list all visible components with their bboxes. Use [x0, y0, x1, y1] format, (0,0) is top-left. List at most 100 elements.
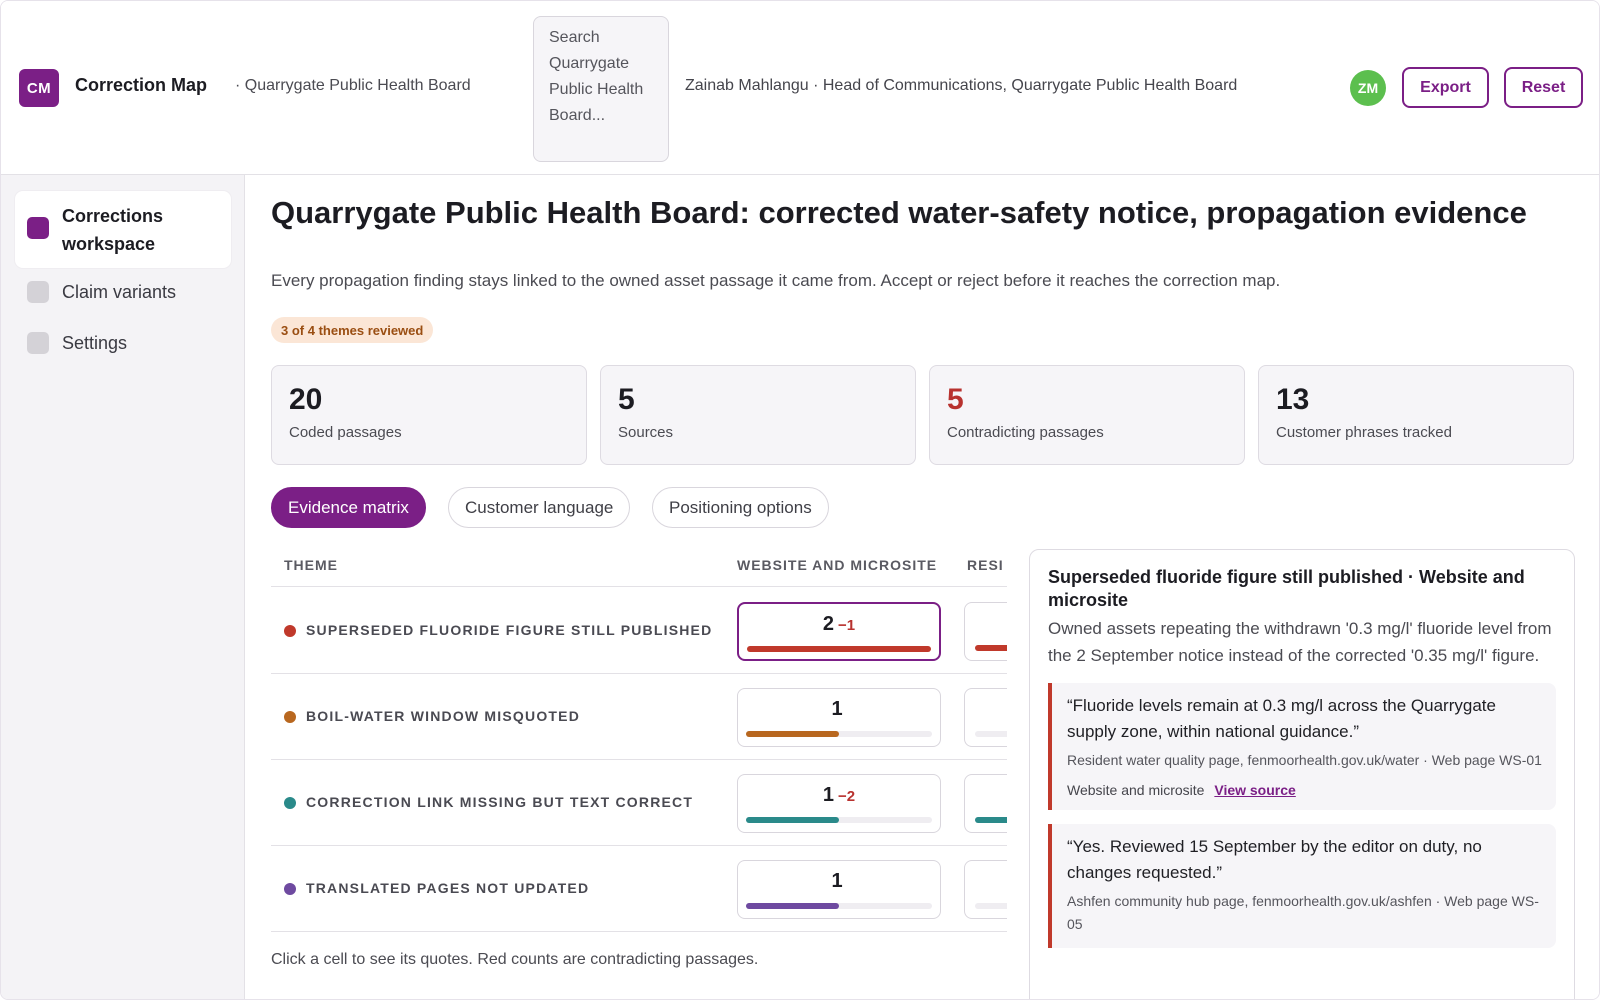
quote-card: “Fluoride levels remain at 0.3 mg/l acro… [1048, 683, 1556, 810]
quote-text: “Yes. Reviewed 15 September by the edito… [1067, 837, 1482, 882]
matrix-cell-resident[interactable] [964, 602, 1007, 661]
app-title: Correction Map [75, 75, 208, 95]
quote-channel: Website and microsite [1067, 782, 1205, 798]
stat-value: 5 [947, 383, 964, 416]
sidebar-item-corrections-workspace[interactable]: Corrections workspace [15, 191, 231, 268]
theme-label: CORRECTION LINK MISSING BUT TEXT CORRECT [306, 794, 694, 810]
claim-variants-icon [27, 281, 49, 303]
app-logo: CM [19, 69, 59, 107]
sidebar-item-label: Claim variants [62, 282, 177, 302]
theme-color-dot [284, 625, 296, 637]
reset-button[interactable]: Reset [1504, 67, 1583, 108]
sidebar-item-label: Settings [62, 333, 128, 353]
cell-count-wrap: 1 [738, 870, 940, 893]
quote-text: “Fluoride levels remain at 0.3 mg/l acro… [1067, 696, 1496, 741]
cell-bar-track [975, 903, 1007, 909]
matrix-hint: Click a cell to see its quotes. Red coun… [271, 951, 759, 968]
quote-footer: Website and microsite View source [1067, 782, 1542, 798]
org-breadcrumb: · Quarrygate Public Health Board [235, 77, 471, 94]
quote-card: “Yes. Reviewed 15 September by the edito… [1048, 824, 1556, 948]
quote-detail-panel: Superseded fluoride figure still publish… [1029, 549, 1575, 999]
table-row: SUPERSEDED FLUORIDE FIGURE STILL PUBLISH… [271, 588, 1007, 674]
evidence-matrix: THEME WEBSITE AND MICROSITE RESI SUPERSE… [271, 545, 1007, 945]
stat-customer-phrases: 13 Customer phrases tracked [1258, 365, 1574, 465]
table-row: CORRECTION LINK MISSING BUT TEXT CORRECT… [271, 760, 1007, 846]
cell-bar-track [746, 731, 932, 737]
stat-label: Sources [618, 424, 674, 441]
stat-label: Coded passages [289, 424, 402, 441]
matrix-cell-website[interactable]: 2 −1 [737, 602, 941, 661]
theme-label: BOIL-WATER WINDOW MISQUOTED [306, 708, 581, 724]
table-row: TRANSLATED PAGES NOT UPDATED 1 [271, 846, 1007, 932]
matrix-cell-resident[interactable] [964, 860, 1007, 919]
cell-bar-track [975, 731, 1007, 737]
tab-evidence-matrix[interactable]: Evidence matrix [271, 487, 426, 528]
top-bar: CM Correction Map · Quarrygate Public He… [1, 1, 1599, 175]
app-window: CM Correction Map · Quarrygate Public He… [0, 0, 1600, 1000]
stat-value: 5 [618, 383, 635, 416]
avatar[interactable]: ZM [1350, 70, 1386, 106]
page-title: Quarrygate Public Health Board: correcte… [271, 195, 1527, 230]
theme-color-dot [284, 883, 296, 895]
contradicting-count: −2 [838, 788, 856, 805]
cell-bar-fill [746, 903, 839, 909]
cell-count-wrap: 2 −1 [739, 613, 939, 636]
matrix-cell-resident[interactable] [964, 774, 1007, 833]
cell-count: 2 [822, 613, 834, 635]
sidebar-item-settings[interactable]: Settings [15, 332, 231, 354]
cell-bar-track [746, 903, 932, 909]
stat-contradicting-passages: 5 Contradicting passages [929, 365, 1245, 465]
matrix-cell-website[interactable]: 1 −2 [737, 774, 941, 833]
stat-sources: 5 Sources [600, 365, 916, 465]
column-header-resident: RESI [967, 557, 1004, 573]
cell-count: 1 [831, 870, 843, 892]
quote-source: Ashfen community hub page, fenmoorhealth… [1067, 893, 1539, 932]
page-subtitle: Every propagation finding stays linked t… [271, 271, 1281, 290]
cell-bar-fill [747, 646, 931, 652]
table-row: BOIL-WATER WINDOW MISQUOTED 1 [271, 674, 1007, 760]
stat-label: Contradicting passages [947, 424, 1104, 441]
matrix-cell-resident[interactable] [964, 688, 1007, 747]
matrix-header: THEME WEBSITE AND MICROSITE RESI [271, 545, 1007, 587]
cell-bar-track [746, 817, 932, 823]
cell-bar-track [747, 646, 931, 652]
tab-customer-language[interactable]: Customer language [448, 487, 631, 528]
cell-bar-track [975, 645, 1007, 651]
theme-color-dot [284, 797, 296, 809]
sidebar-item-claim-variants[interactable]: Claim variants [15, 281, 231, 303]
main-content: Quarrygate Public Health Board: correcte… [245, 175, 1599, 999]
sidebar: Corrections workspace Claim variants Set… [1, 175, 245, 999]
stat-coded-passages: 20 Coded passages [271, 365, 587, 465]
review-status-badge: 3 of 4 themes reviewed [271, 317, 434, 343]
cell-count: 1 [822, 784, 834, 806]
stat-value: 20 [289, 383, 323, 416]
contradicting-count: −1 [838, 617, 856, 634]
matrix-cell-website[interactable]: 1 [737, 688, 941, 747]
stat-label: Customer phrases tracked [1276, 424, 1452, 441]
theme-label: SUPERSEDED FLUORIDE FIGURE STILL PUBLISH… [306, 622, 713, 638]
corrections-workspace-icon [27, 217, 49, 239]
column-header-website: WEBSITE AND MICROSITE [737, 557, 938, 573]
view-source-link[interactable]: View source [1214, 782, 1295, 798]
cell-bar-fill [975, 645, 1007, 651]
matrix-cell-website[interactable]: 1 [737, 860, 941, 919]
settings-icon [27, 332, 49, 354]
cell-count: 1 [831, 698, 843, 720]
detail-description: Owned assets repeating the withdrawn '0.… [1048, 619, 1552, 665]
quote-source: Resident water quality page, fenmoorheal… [1067, 752, 1542, 768]
search-input[interactable]: Search Quarrygate Public Health Board... [533, 16, 669, 162]
cell-count-wrap: 1 −2 [738, 784, 940, 807]
detail-title: Superseded fluoride figure still publish… [1048, 567, 1525, 610]
tab-positioning-options[interactable]: Positioning options [652, 487, 829, 528]
column-header-theme: THEME [284, 557, 338, 573]
cell-bar-track [975, 817, 1007, 823]
cell-bar-fill [746, 731, 839, 737]
sidebar-item-label: Corrections workspace [62, 206, 164, 254]
theme-label: TRANSLATED PAGES NOT UPDATED [306, 880, 590, 896]
export-button[interactable]: Export [1402, 67, 1489, 108]
cell-bar-fill [975, 817, 1007, 823]
cell-bar-fill [746, 817, 839, 823]
stat-value: 13 [1276, 383, 1310, 416]
user-identity: Zainab Mahlangu · Head of Communications… [685, 77, 1238, 94]
cell-count-wrap: 1 [738, 698, 940, 721]
